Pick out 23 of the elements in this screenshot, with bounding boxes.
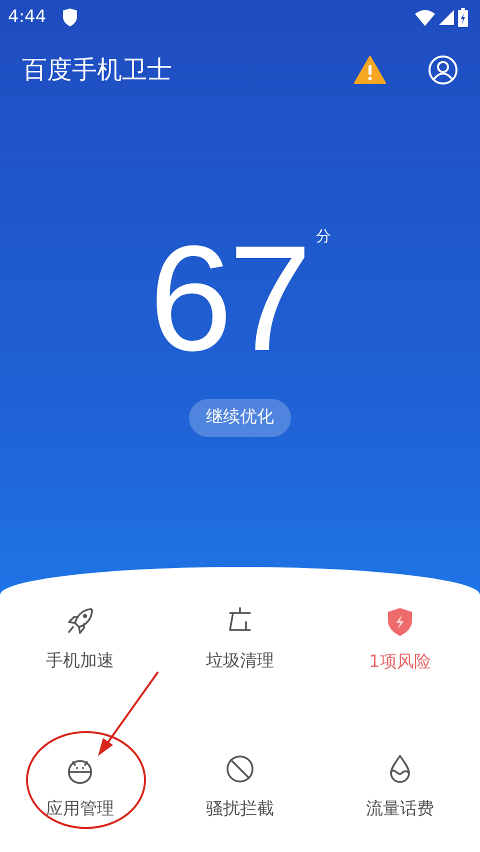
warning-icon[interactable] — [354, 56, 386, 84]
tool-tile[interactable]: 应用管理 — [0, 745, 160, 852]
tool-label: 流量话费 — [366, 798, 434, 821]
tool-label: 1项风险 — [369, 651, 431, 674]
no-entry-icon — [224, 753, 256, 785]
wifi-icon — [415, 10, 435, 26]
app-title: 百度手机卫士 — [22, 54, 172, 86]
tool-tile[interactable]: 骚扰拦截 — [160, 745, 320, 852]
status-time: 4:44 — [8, 6, 46, 29]
tool-tile[interactable]: 手机加速 — [0, 597, 160, 729]
score-unit: 分 — [316, 226, 331, 247]
shield-icon — [62, 8, 78, 27]
tool-label: 骚扰拦截 — [206, 798, 274, 821]
score-value: 67 — [149, 223, 308, 373]
battery-icon — [458, 8, 468, 27]
profile-icon[interactable] — [428, 55, 458, 85]
tool-tile[interactable]: 垃圾清理 — [160, 597, 320, 729]
tool-label: 应用管理 — [46, 798, 114, 821]
optimize-button[interactable]: 继续优化 — [189, 399, 291, 436]
signal-icon — [439, 10, 454, 25]
tool-label: 垃圾清理 — [206, 650, 274, 673]
tool-label: 手机加速 — [46, 650, 114, 673]
tool-tile[interactable]: 流量话费 — [320, 745, 480, 852]
